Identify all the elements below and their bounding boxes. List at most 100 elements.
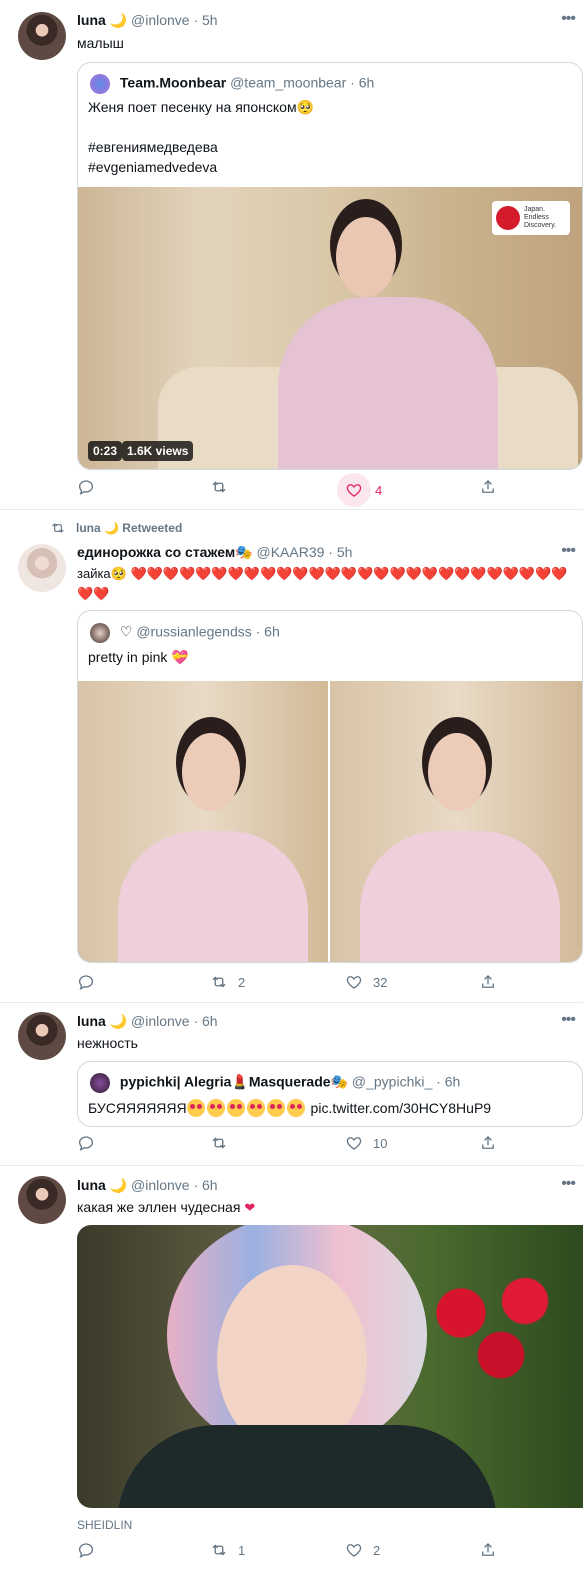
like-button[interactable]: 10 [345, 1134, 387, 1152]
author-handle[interactable]: @KAAR39 · 5h [257, 544, 353, 560]
tweet-actions: 2 32 [77, 973, 507, 997]
avatar[interactable] [18, 544, 66, 592]
quote-text: БУСЯЯЯЯЯЯЯ [88, 1100, 187, 1116]
tweet-header: luna 🌙 @inlonve · 6h [77, 1013, 218, 1030]
like-count: 4 [375, 482, 383, 498]
quote-header: Team.Moonbear @team_moonbear · 6h [90, 74, 374, 94]
quote-text: Женя поет песенку на японском🥺 #евгениям… [88, 99, 315, 175]
quote-photo-1[interactable] [78, 681, 328, 962]
more-icon[interactable]: ••• [561, 1011, 576, 1029]
quote-avatar [90, 623, 110, 643]
more-icon[interactable]: ••• [561, 542, 576, 560]
share-icon [479, 1134, 497, 1152]
photo-clothes [117, 1425, 497, 1508]
like-icon [345, 481, 363, 499]
red-heart-emoji: ❤ [244, 1200, 256, 1215]
like-icon [345, 1134, 363, 1152]
retweet-icon [210, 1134, 228, 1152]
quoted-tweet[interactable]: ♡ @russianlegendss · 6h pretty in pink 💝 [77, 610, 583, 963]
quote-author-name: pypichki| Alegria💄Masquerade🎭 [119, 1073, 348, 1090]
tweet-header: luna 🌙 @inlonve · 5h [77, 12, 218, 29]
quote-text-row: БУСЯЯЯЯЯЯЯ pic.twitter.com/30HCY8HuP9 [88, 1098, 491, 1118]
video-views: 1.6K views [122, 441, 194, 461]
quote-author-name: ♡ [119, 623, 133, 640]
quote-author-handle: @russianlegendss · 6h [136, 623, 280, 640]
retweeted-by[interactable]: luna 🌙 Retweeted [76, 521, 182, 535]
reply-icon [77, 1134, 95, 1152]
reply-button[interactable] [77, 1134, 105, 1152]
quote-link[interactable]: pic.twitter.com/30HCY8HuP9 [311, 1100, 492, 1116]
reply-button[interactable] [77, 478, 105, 496]
like-button[interactable]: 4 [337, 473, 383, 507]
author-handle[interactable]: @inlonve · 6h [131, 1177, 218, 1193]
tweet-actions: 10 [77, 1134, 507, 1158]
watermark-text: Japan. Endless Discovery. [524, 206, 557, 229]
avatar[interactable] [18, 1176, 66, 1224]
like-count: 2 [373, 1542, 381, 1558]
quoted-tweet[interactable]: pypichki| Alegria💄Masquerade🎭 @_pypichki… [77, 1061, 583, 1127]
retweet-button[interactable] [210, 1134, 238, 1152]
retweet-count: 2 [238, 974, 246, 990]
reply-button[interactable] [77, 973, 105, 991]
share-button[interactable] [479, 1541, 497, 1559]
reply-icon [77, 973, 95, 991]
video-face [336, 217, 396, 297]
tweet-header: luna 🌙 @inlonve · 6h [77, 1177, 218, 1194]
tweet-header: единорожка со стажем🎭 @KAAR39 · 5h [77, 544, 352, 561]
tweet-text: зайка🥺 ❤️❤️❤️❤️❤️❤️❤️❤️❤️❤️❤️❤️❤️❤️❤️❤️❤… [77, 566, 568, 601]
retweet-icon [50, 520, 66, 536]
author-name[interactable]: luna 🌙 [77, 1013, 127, 1029]
tweet[interactable]: luna 🌙 @inlonve · 6h ••• нежность pypich… [0, 1003, 583, 1166]
tweet[interactable]: luna 🌙 Retweeted единорожка со стажем🎭 @… [0, 510, 583, 1003]
quote-photo-2[interactable] [330, 681, 582, 962]
quote-author-handle: @team_moonbear · 6h [230, 74, 375, 91]
quote-header: ♡ @russianlegendss · 6h [90, 623, 280, 643]
tweet[interactable]: luna 🌙 @inlonve · 6h ••• какая же эллен … [0, 1166, 583, 1587]
video-player[interactable]: Japan. Endless Discovery. 0:23 1.6K view… [78, 187, 582, 469]
share-icon [479, 478, 497, 496]
video-duration: 0:23 [88, 441, 123, 461]
tweet-photo[interactable] [77, 1225, 583, 1508]
author-name[interactable]: luna 🌙 [77, 12, 127, 28]
author-handle[interactable]: @inlonve · 6h [131, 1013, 218, 1029]
tweet[interactable]: luna 🌙 @inlonve · 5h ••• малыш Team.Moon… [0, 0, 583, 510]
share-button[interactable] [479, 973, 497, 991]
retweet-button[interactable]: 1 [210, 1541, 245, 1559]
reply-icon [77, 478, 95, 496]
like-icon [345, 1541, 363, 1559]
like-count: 32 [373, 974, 388, 990]
like-count: 10 [373, 1135, 388, 1151]
author-handle[interactable]: @inlonve · 5h [131, 12, 218, 28]
retweet-indicator: luna 🌙 Retweeted [50, 520, 182, 536]
author-name[interactable]: единорожка со стажем🎭 [77, 544, 253, 560]
tweet-actions: 1 2 [77, 1541, 507, 1565]
avatar[interactable] [18, 1012, 66, 1060]
reply-button[interactable] [77, 1541, 105, 1559]
quote-avatar [90, 74, 110, 94]
more-icon[interactable]: ••• [561, 10, 576, 28]
quoted-tweet[interactable]: Team.Moonbear @team_moonbear · 6h Женя п… [77, 62, 583, 470]
video-person [278, 297, 498, 469]
more-icon[interactable]: ••• [561, 1175, 576, 1193]
like-icon [345, 973, 363, 991]
quote-text: pretty in pink 💝 [88, 649, 189, 665]
tweet-text-row: какая же эллен чудесная ❤ [77, 1197, 255, 1218]
quote-author-name: Team.Moonbear [119, 74, 227, 91]
like-button[interactable]: 2 [345, 1541, 380, 1559]
tweet-actions: 4 [77, 473, 507, 507]
tweet-text: нежность [77, 1035, 138, 1051]
quote-avatar [90, 1073, 110, 1093]
quote-header: pypichki| Alegria💄Masquerade🎭 @_pypichki… [90, 1073, 460, 1093]
retweet-icon [210, 1541, 228, 1559]
share-button[interactable] [479, 478, 497, 496]
share-icon [479, 1541, 497, 1559]
share-button[interactable] [479, 1134, 497, 1152]
author-name[interactable]: luna 🌙 [77, 1177, 127, 1193]
photo-caption[interactable]: SHEIDLIN [77, 1518, 132, 1532]
retweet-count: 1 [238, 1542, 246, 1558]
reply-icon [77, 1541, 95, 1559]
retweet-button[interactable] [210, 478, 238, 496]
like-button[interactable]: 32 [345, 973, 387, 991]
retweet-button[interactable]: 2 [210, 973, 245, 991]
avatar[interactable] [18, 12, 66, 60]
